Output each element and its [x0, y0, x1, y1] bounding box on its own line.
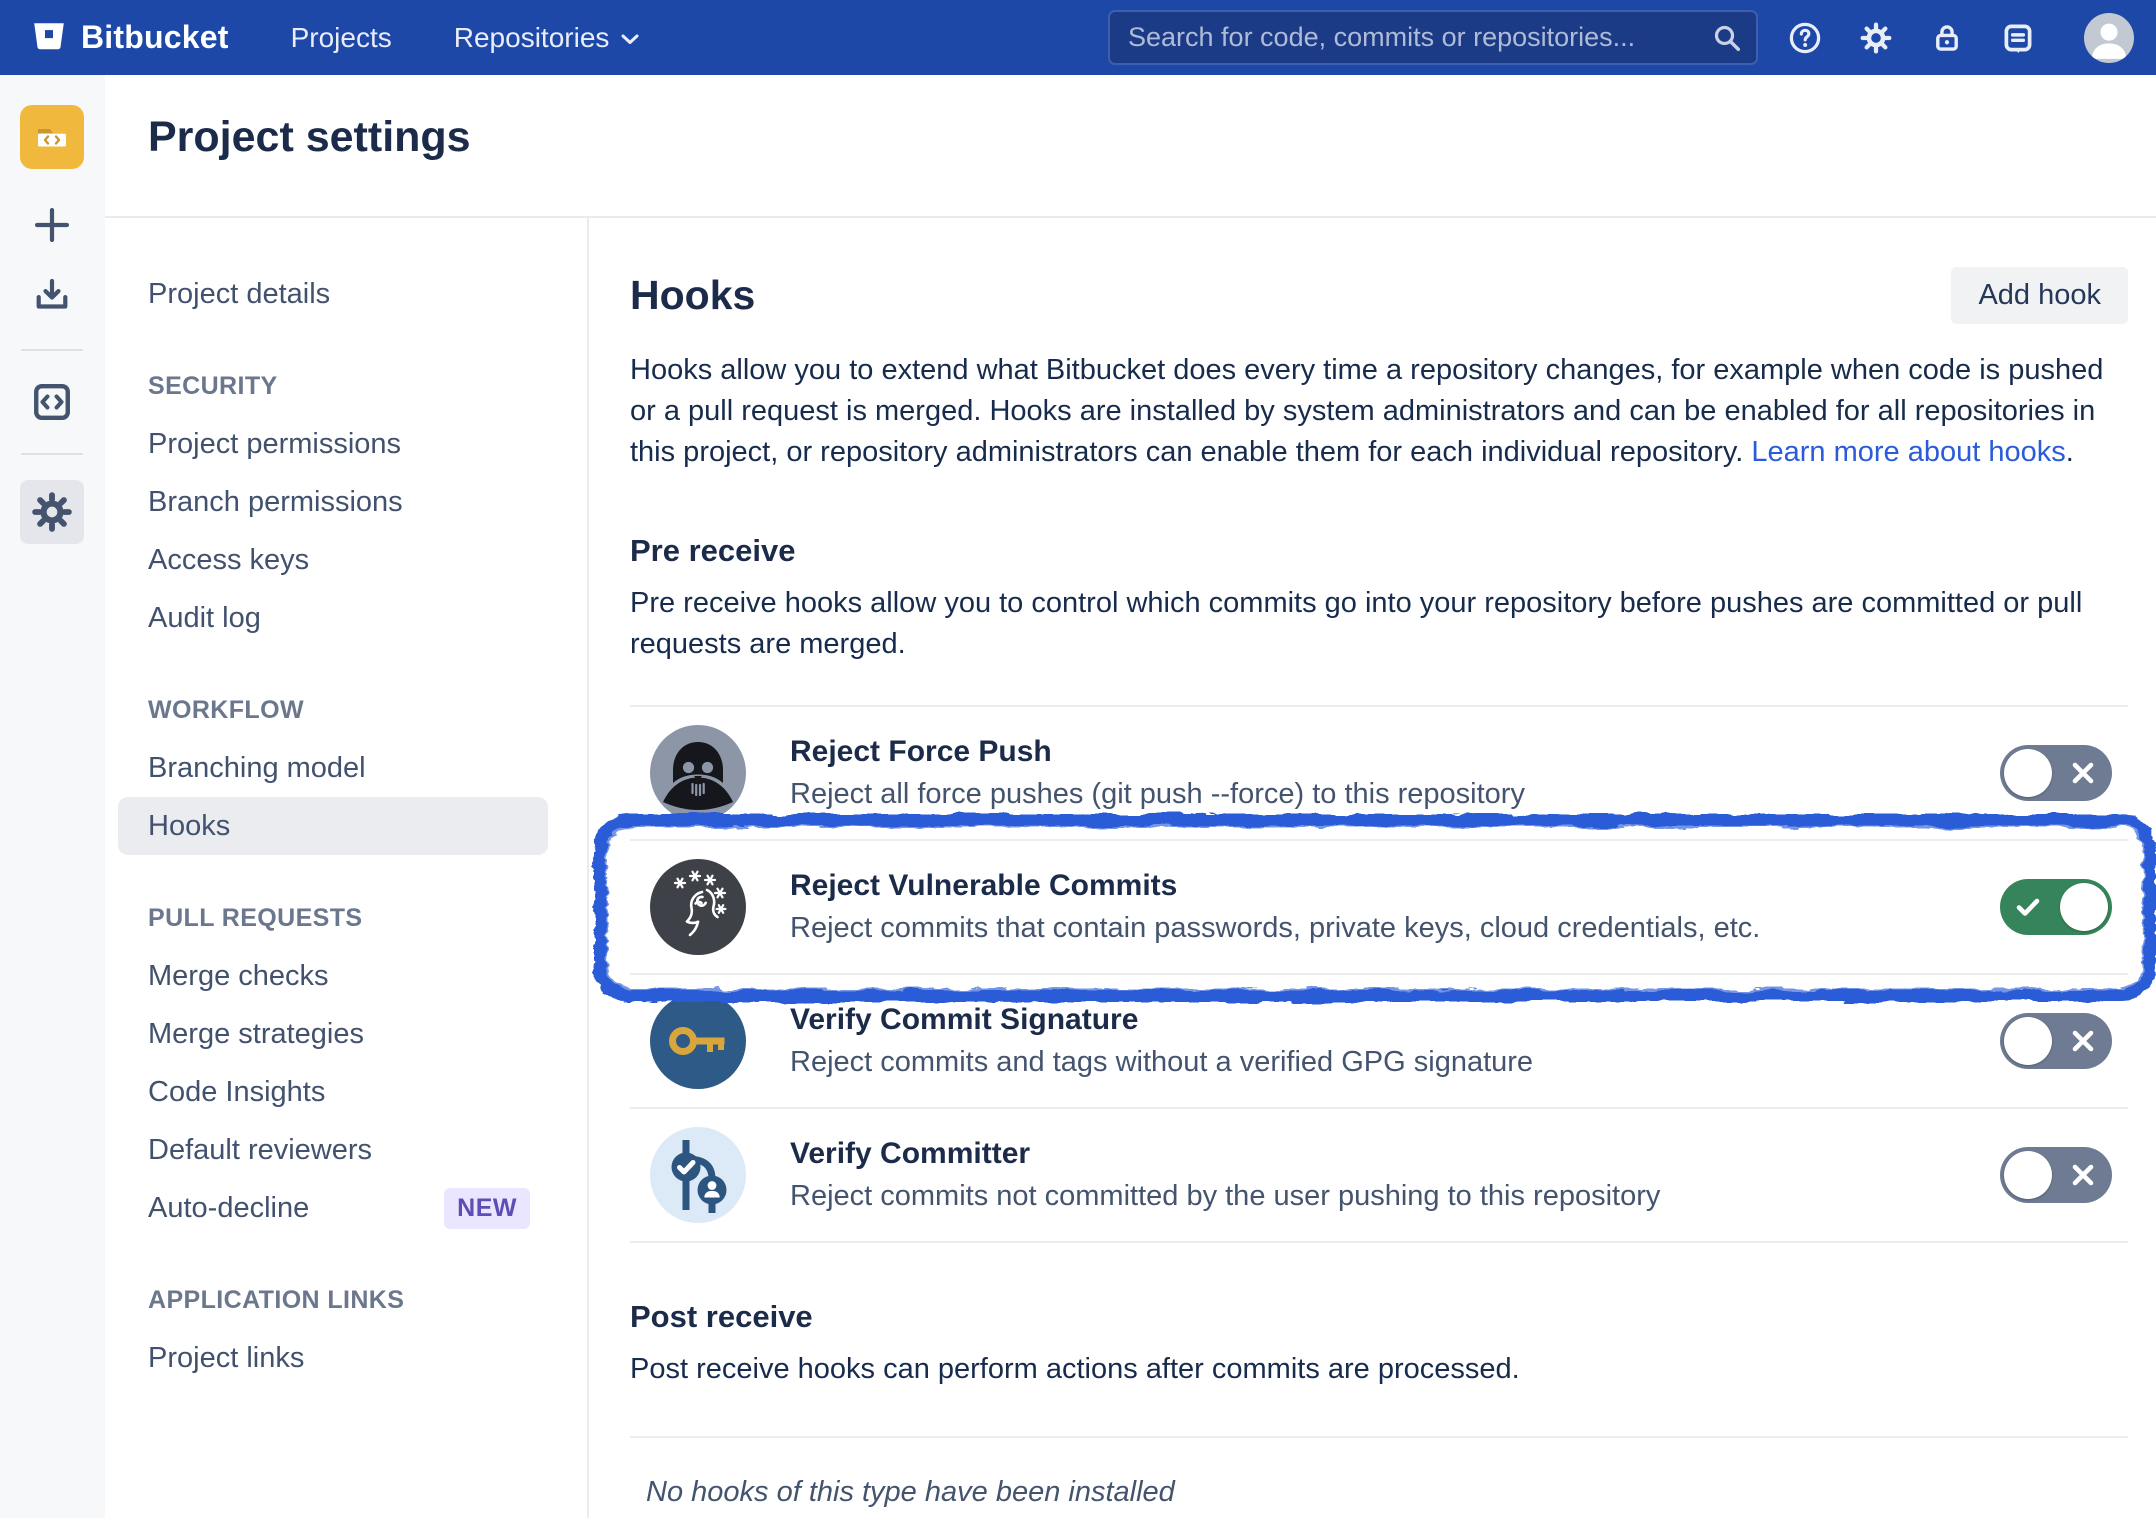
key-icon [650, 993, 746, 1089]
check-icon [2015, 894, 2041, 920]
new-badge: NEW [444, 1188, 530, 1229]
project-folder-icon [31, 116, 73, 158]
clone-download-icon[interactable] [31, 275, 73, 317]
rail-divider [21, 453, 83, 455]
pre-receive-description: Pre receive hooks allow you to control w… [630, 583, 2128, 665]
darth-vader-icon [650, 725, 746, 821]
rail-divider [21, 349, 83, 351]
post-receive-divider [630, 1436, 2128, 1438]
search-input[interactable] [1108, 10, 1758, 65]
nav-item-merge-checks[interactable]: Merge checks [118, 947, 548, 1005]
toggle-knob [2004, 1151, 2052, 1199]
lock-icon[interactable] [1930, 21, 1964, 55]
nav-item-access-keys[interactable]: Access keys [118, 531, 548, 589]
person-icon [2084, 13, 2134, 63]
nav-item-project-permissions[interactable]: Project permissions [118, 415, 548, 473]
toggle-reject-vulnerable-commits[interactable] [2000, 879, 2112, 935]
toggle-knob [2060, 883, 2108, 931]
nav-projects[interactable]: Projects [291, 22, 392, 54]
page-title: Project settings [148, 113, 471, 162]
post-receive-heading: Post receive [630, 1299, 2128, 1335]
nav-item-code-insights[interactable]: Code Insights [118, 1063, 548, 1121]
nav-item-hooks[interactable]: Hooks [118, 797, 548, 855]
project-avatar[interactable] [20, 105, 84, 169]
hook-name: Verify Commit Signature [790, 1003, 1533, 1037]
feedback-icon[interactable] [2001, 21, 2035, 55]
nav-item-default-reviewers[interactable]: Default reviewers [118, 1121, 548, 1179]
hook-row-reject-force-push: Reject Force Push Reject all force pushe… [630, 707, 2128, 841]
nav-group-security: SECURITY [118, 357, 548, 415]
bitbucket-project-settings-page: { "navbar": { "brand": "Bitbucket", "lin… [0, 0, 2156, 1518]
nav-group-application-links: APPLICATION LINKS [118, 1271, 548, 1329]
add-hook-button[interactable]: Add hook [1951, 267, 2128, 324]
toggle-knob [2004, 1017, 2052, 1065]
nav-repositories[interactable]: Repositories [454, 22, 640, 54]
hooks-intro: Hooks allow you to extend what Bitbucket… [630, 350, 2128, 473]
hook-description: Reject commits and tags without a verifi… [790, 1046, 1533, 1079]
top-navbar: Bitbucket Projects Repositories [0, 0, 2156, 75]
search-icon[interactable] [1712, 23, 1742, 53]
hook-name: Verify Committer [790, 1137, 1660, 1171]
nav-group-pull-requests: PULL REQUESTS [118, 889, 548, 947]
pre-receive-heading: Pre receive [630, 533, 2128, 569]
user-avatar[interactable] [2084, 13, 2134, 63]
navbar-icon-group [1788, 0, 2134, 75]
pre-receive-hook-list: Reject Force Push Reject all force pushe… [630, 705, 2128, 1243]
bitbucket-bucket-icon [30, 19, 68, 57]
x-icon [2070, 1162, 2096, 1188]
hook-description: Reject commits not committed by the user… [790, 1180, 1660, 1213]
nav-item-auto-decline[interactable]: Auto-decline NEW [118, 1179, 548, 1237]
toggle-reject-force-push[interactable] [2000, 745, 2112, 801]
nav-item-project-details[interactable]: Project details [118, 265, 548, 323]
x-icon [2070, 760, 2096, 786]
hook-name: Reject Vulnerable Commits [790, 869, 1760, 903]
toggle-verify-committer[interactable] [2000, 1147, 2112, 1203]
gear-icon [30, 490, 74, 534]
nav-item-branching-model[interactable]: Branching model [118, 739, 548, 797]
hook-row-verify-committer: Verify Committer Reject commits not comm… [630, 1109, 2128, 1243]
bitbucket-logo[interactable]: Bitbucket [30, 19, 229, 57]
rail-settings-active[interactable] [20, 480, 84, 544]
face-with-stars-icon [650, 859, 746, 955]
nav-group-workflow: WORKFLOW [118, 681, 548, 739]
brand-name: Bitbucket [81, 19, 229, 56]
settings-nav: Project details SECURITY Project permiss… [105, 217, 587, 1387]
chevron-down-icon [621, 34, 639, 45]
nav-item-audit-log[interactable]: Audit log [118, 589, 548, 647]
x-icon [2070, 1028, 2096, 1054]
nav-item-merge-strategies[interactable]: Merge strategies [118, 1005, 548, 1063]
source-code-icon[interactable] [30, 380, 74, 424]
hooks-heading: Hooks [630, 272, 755, 319]
hook-description: Reject commits that contain passwords, p… [790, 912, 1760, 945]
post-receive-empty-message: No hooks of this type have been installe… [646, 1476, 2128, 1509]
toggle-knob [2004, 749, 2052, 797]
toggle-verify-commit-signature[interactable] [2000, 1013, 2112, 1069]
nav-item-branch-permissions[interactable]: Branch permissions [118, 473, 548, 531]
post-receive-description: Post receive hooks can perform actions a… [630, 1349, 2128, 1390]
hook-row-reject-vulnerable-commits: Reject Vulnerable Commits Reject commits… [630, 841, 2128, 975]
global-search [1108, 10, 1758, 65]
nav-item-project-links[interactable]: Project links [118, 1329, 548, 1387]
nav-content-divider [587, 218, 589, 1518]
settings-gear-icon[interactable] [1859, 21, 1893, 55]
hooks-settings-panel: Hooks Add hook Hooks allow you to extend… [630, 217, 2128, 1509]
create-plus-icon[interactable] [29, 202, 75, 248]
app-icon-rail [0, 75, 105, 1518]
learn-more-link[interactable]: Learn more about hooks [1751, 436, 2065, 468]
commit-graph-icon [650, 1127, 746, 1223]
hook-description: Reject all force pushes (git push --forc… [790, 778, 1525, 811]
hook-row-verify-commit-signature: Verify Commit Signature Reject commits a… [630, 975, 2128, 1109]
hook-name: Reject Force Push [790, 735, 1525, 769]
help-icon[interactable] [1788, 21, 1822, 55]
